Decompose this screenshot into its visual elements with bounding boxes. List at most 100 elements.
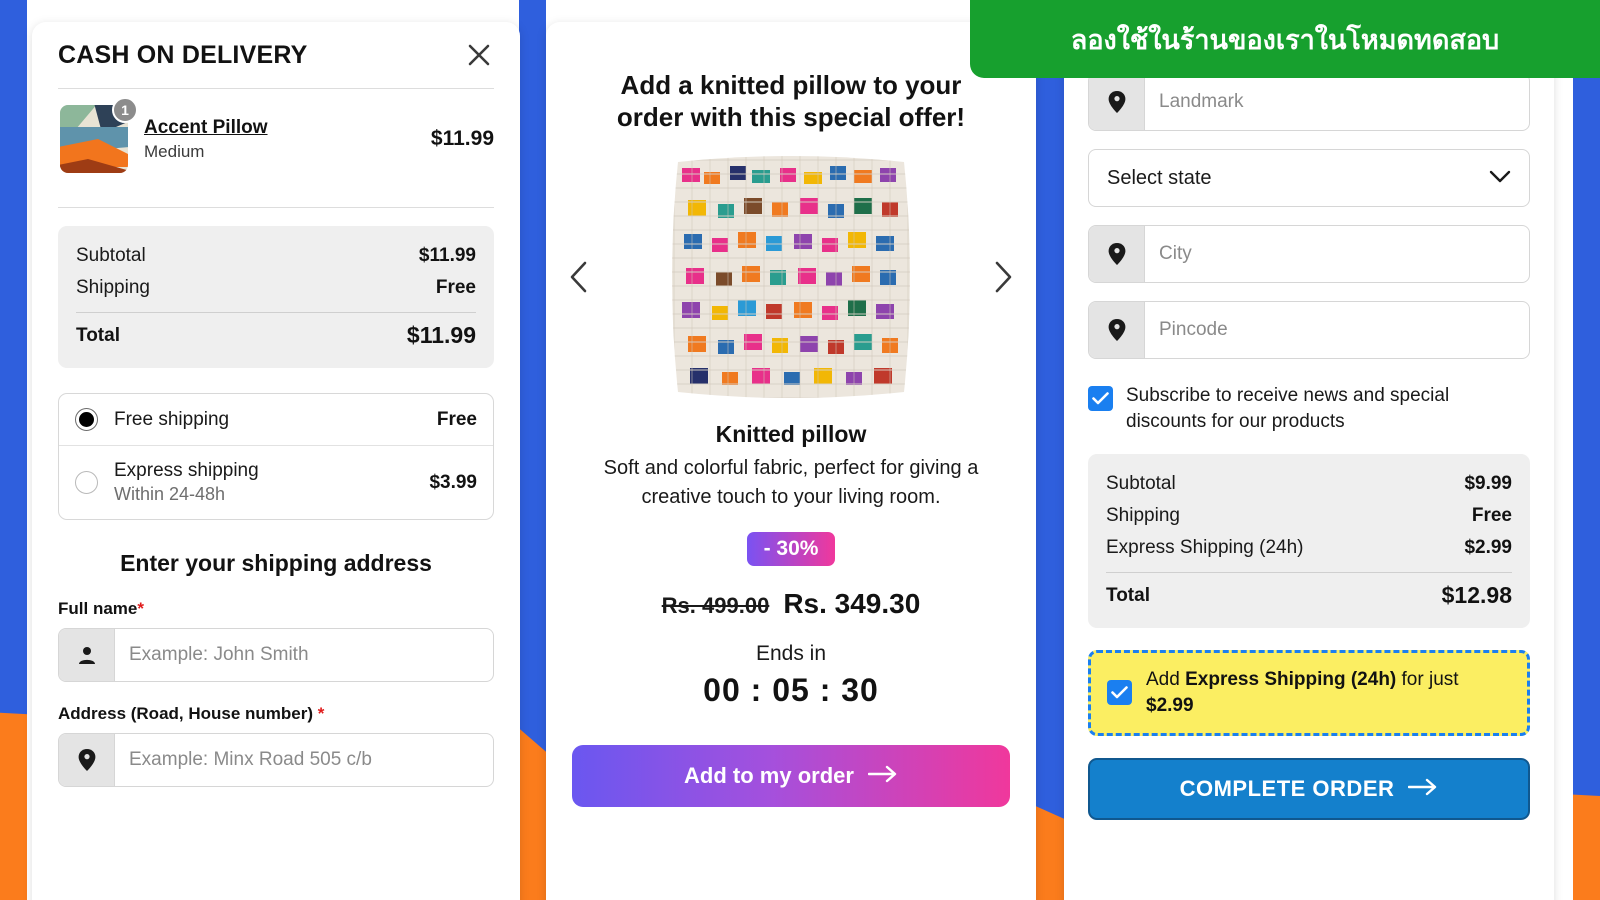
- discount-badge-wrapper: - 30%: [546, 532, 1036, 567]
- shipping-option-express[interactable]: Express shipping Within 24-48h $3.99: [59, 445, 493, 519]
- summary-label: Subtotal: [1106, 473, 1176, 495]
- subscribe-checkbox[interactable]: [1088, 386, 1113, 411]
- summary-label: Express Shipping (24h): [1106, 537, 1304, 559]
- chevron-right-icon[interactable]: [986, 260, 1020, 294]
- landmark-input[interactable]: Landmark: [1145, 74, 1529, 130]
- discount-badge: - 30%: [746, 532, 836, 567]
- right-order-summary: Subtotal $9.99 Shipping Free Express Shi…: [1088, 454, 1530, 629]
- pincode-input-group[interactable]: Pincode: [1088, 301, 1530, 359]
- upsell-bold-price: $2.99: [1146, 694, 1194, 716]
- summary-label: Shipping: [76, 277, 150, 298]
- upsell-offer-panel: Add a knitted pillow to your order with …: [546, 22, 1036, 900]
- chevron-down-icon: [1489, 167, 1511, 190]
- test-mode-banner: ลองใช้ในร้านของเราในโหมดทดสอบ: [970, 0, 1600, 78]
- gutter-left: [519, 0, 546, 900]
- summary-row: Subtotal $11.99: [76, 240, 476, 272]
- summary-value: $2.99: [1464, 537, 1512, 559]
- offer-price-row: Rs. 499.00 Rs. 349.30: [546, 588, 1036, 620]
- divider: [58, 207, 494, 208]
- divider: [1106, 572, 1512, 574]
- address-input-group[interactable]: Example: Minx Road 505 c/b: [58, 733, 494, 787]
- shipping-option-price: $3.99: [429, 471, 477, 493]
- summary-row: Shipping Free: [1106, 500, 1512, 532]
- add-to-order-label: Add to my order: [684, 763, 854, 789]
- total-label: Total: [76, 324, 120, 346]
- ends-in-label: Ends in: [755, 642, 827, 666]
- product-carousel: [546, 147, 1036, 407]
- gutter-right: [1036, 0, 1064, 900]
- close-icon[interactable]: [464, 40, 494, 70]
- location-pin-icon: [1089, 226, 1145, 282]
- city-input[interactable]: City: [1145, 226, 1529, 282]
- chevron-left-icon[interactable]: [562, 260, 596, 294]
- pincode-input[interactable]: Pincode: [1145, 302, 1529, 358]
- arrow-right-icon: [867, 763, 898, 789]
- add-to-order-button[interactable]: Add to my order: [572, 745, 1010, 808]
- arrow-right-icon: [1408, 776, 1438, 802]
- city-field-wrapper: City: [1088, 225, 1530, 283]
- full-name-input[interactable]: Example: John Smith: [115, 629, 493, 681]
- summary-value: $11.99: [418, 245, 476, 266]
- offer-product-description: Soft and colorful fabric, perfect for gi…: [603, 457, 979, 509]
- shipping-details-panel: Landmark Select state City Pincode Subsc…: [1064, 22, 1554, 900]
- upsell-prefix: Add: [1146, 669, 1186, 691]
- summary-value: Free: [1471, 505, 1512, 527]
- summary-total-row: Total $11.99: [76, 317, 476, 354]
- radio-express-shipping[interactable]: [75, 471, 98, 494]
- full-name-label: Full name*: [58, 599, 494, 619]
- person-icon: [59, 629, 115, 681]
- address-label: Address (Road, House number) *: [58, 704, 494, 724]
- product-price: $11.99: [430, 127, 494, 150]
- location-pin-icon: [1089, 74, 1145, 130]
- divider: [76, 312, 476, 313]
- summary-total-row: Total $12.98: [1106, 577, 1512, 614]
- shipping-option-sub: Within 24-48h: [114, 484, 226, 504]
- knitted-pillow-image: [660, 148, 922, 406]
- express-shipping-upsell-label: Add Express Shipping (24h) for just $2.9…: [1146, 667, 1511, 718]
- required-asterisk: *: [317, 704, 325, 723]
- summary-value: Free: [435, 277, 476, 298]
- shipping-option-price: Free: [436, 408, 477, 430]
- test-mode-banner-text: ลองใช้ในร้านของเราในโหมดทดสอบ: [1070, 24, 1500, 56]
- shipping-option-label: Free shipping: [114, 408, 230, 430]
- state-select-wrapper: Select state: [1088, 149, 1530, 207]
- state-select[interactable]: Select state: [1088, 149, 1530, 207]
- landmark-input-group[interactable]: Landmark: [1088, 73, 1530, 131]
- complete-order-button[interactable]: COMPLETE ORDER: [1088, 757, 1530, 820]
- product-name-link[interactable]: Accent Pillow: [144, 117, 417, 139]
- cash-on-delivery-panel: CASH ON DELIVERY 1 Accent Pillow Medium …: [32, 22, 520, 900]
- location-pin-icon: [59, 734, 115, 786]
- upsell-middle: for just: [1396, 669, 1459, 691]
- summary-row: Shipping Free: [76, 272, 476, 304]
- offer-heading: Add a knitted pillow to your order with …: [616, 70, 966, 132]
- shipping-option-free[interactable]: Free shipping Free: [59, 394, 493, 445]
- shipping-option-label: Express shipping: [114, 460, 259, 481]
- page-title: CASH ON DELIVERY: [58, 40, 308, 69]
- express-shipping-checkbox[interactable]: [1107, 680, 1132, 706]
- summary-label: Shipping: [1106, 505, 1180, 527]
- offer-product-name: Knitted pillow: [715, 421, 867, 448]
- city-input-group[interactable]: City: [1088, 225, 1530, 283]
- subscribe-row[interactable]: Subscribe to receive news and special di…: [1088, 383, 1530, 434]
- complete-order-label: COMPLETE ORDER: [1179, 775, 1395, 801]
- quantity-badge: 1: [112, 97, 138, 123]
- express-shipping-upsell[interactable]: Add Express Shipping (24h) for just $2.9…: [1088, 650, 1530, 736]
- upsell-bold-service: Express Shipping (24h): [1185, 669, 1397, 691]
- total-value: $11.99: [406, 322, 476, 348]
- label-text: Full name: [58, 599, 138, 618]
- location-pin-icon: [1089, 302, 1145, 358]
- summary-row: Subtotal $9.99: [1106, 468, 1512, 500]
- required-asterisk: *: [137, 599, 144, 618]
- total-value: $12.98: [1441, 582, 1512, 609]
- state-select-value: Select state: [1107, 166, 1212, 189]
- full-name-input-group[interactable]: Example: John Smith: [58, 628, 494, 682]
- countdown-timer: 00 : 05 : 30: [703, 672, 879, 709]
- radio-free-shipping[interactable]: [75, 408, 98, 431]
- total-label: Total: [1106, 584, 1150, 606]
- pincode-field-wrapper: Pincode: [1088, 301, 1530, 359]
- address-input[interactable]: Example: Minx Road 505 c/b: [115, 734, 493, 786]
- old-price: Rs. 499.00: [661, 593, 770, 619]
- product-variant: Medium: [144, 141, 205, 161]
- label-text: Address (Road, House number): [58, 704, 314, 723]
- subscribe-label: Subscribe to receive news and special di…: [1126, 385, 1450, 432]
